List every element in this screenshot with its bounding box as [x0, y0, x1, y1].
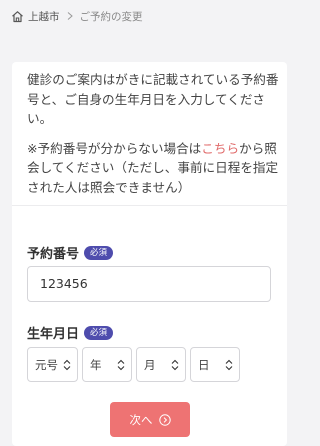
era-select[interactable]: 元号 [27, 347, 78, 382]
divider [12, 205, 287, 206]
intro-text: 健診のご案内はがきに記載されている予約番号と、ご自身の生年月日を入力してください… [27, 70, 281, 197]
month-select-value: 月 [144, 357, 156, 372]
intro-note: ※予約番号が分からない場合はこちらから照会してください（ただし、事前に日程を指定… [27, 139, 281, 198]
breadcrumb: 上越市 ご予約の変更 [11, 8, 143, 24]
breadcrumb-home-link[interactable]: 上越市 [28, 9, 60, 24]
next-button[interactable]: 次へ [110, 402, 190, 437]
lookup-link[interactable]: こちら [201, 141, 239, 156]
select-arrows-icon [225, 359, 233, 371]
year-select-value: 年 [90, 357, 102, 372]
select-arrows-icon [117, 359, 125, 371]
form-card: 健診のご案内はがきに記載されている予約番号と、ご自身の生年月日を入力してください… [12, 62, 287, 446]
birthdate-label: 生年月日 必須 [27, 323, 114, 342]
month-select[interactable]: 月 [136, 347, 186, 382]
required-badge: 必須 [84, 325, 114, 340]
birthdate-selects: 元号 年 月 日 [27, 347, 240, 382]
required-badge: 必須 [84, 245, 114, 260]
birthdate-label-text: 生年月日 [27, 327, 80, 342]
select-arrows-icon [171, 359, 179, 371]
home-icon[interactable] [11, 10, 24, 23]
reservation-number-label: 予約番号 必須 [27, 243, 114, 262]
breadcrumb-current: ご予約の変更 [79, 10, 143, 23]
year-select[interactable]: 年 [82, 347, 132, 382]
arrow-circle-right-icon [158, 413, 171, 426]
reservation-number-label-text: 予約番号 [27, 247, 80, 262]
select-arrows-icon [63, 359, 71, 371]
reservation-number-input[interactable]: 123456 [27, 266, 271, 302]
chevron-right-icon [65, 11, 75, 21]
next-button-label: 次へ [129, 412, 153, 427]
intro-instruction: 健診のご案内はがきに記載されている予約番号と、ご自身の生年月日を入力してください… [27, 72, 279, 126]
era-select-value: 元号 [35, 357, 58, 372]
day-select[interactable]: 日 [190, 347, 240, 382]
intro-note-before: ※予約番号が分からない場合は [27, 140, 202, 156]
day-select-value: 日 [198, 357, 210, 372]
